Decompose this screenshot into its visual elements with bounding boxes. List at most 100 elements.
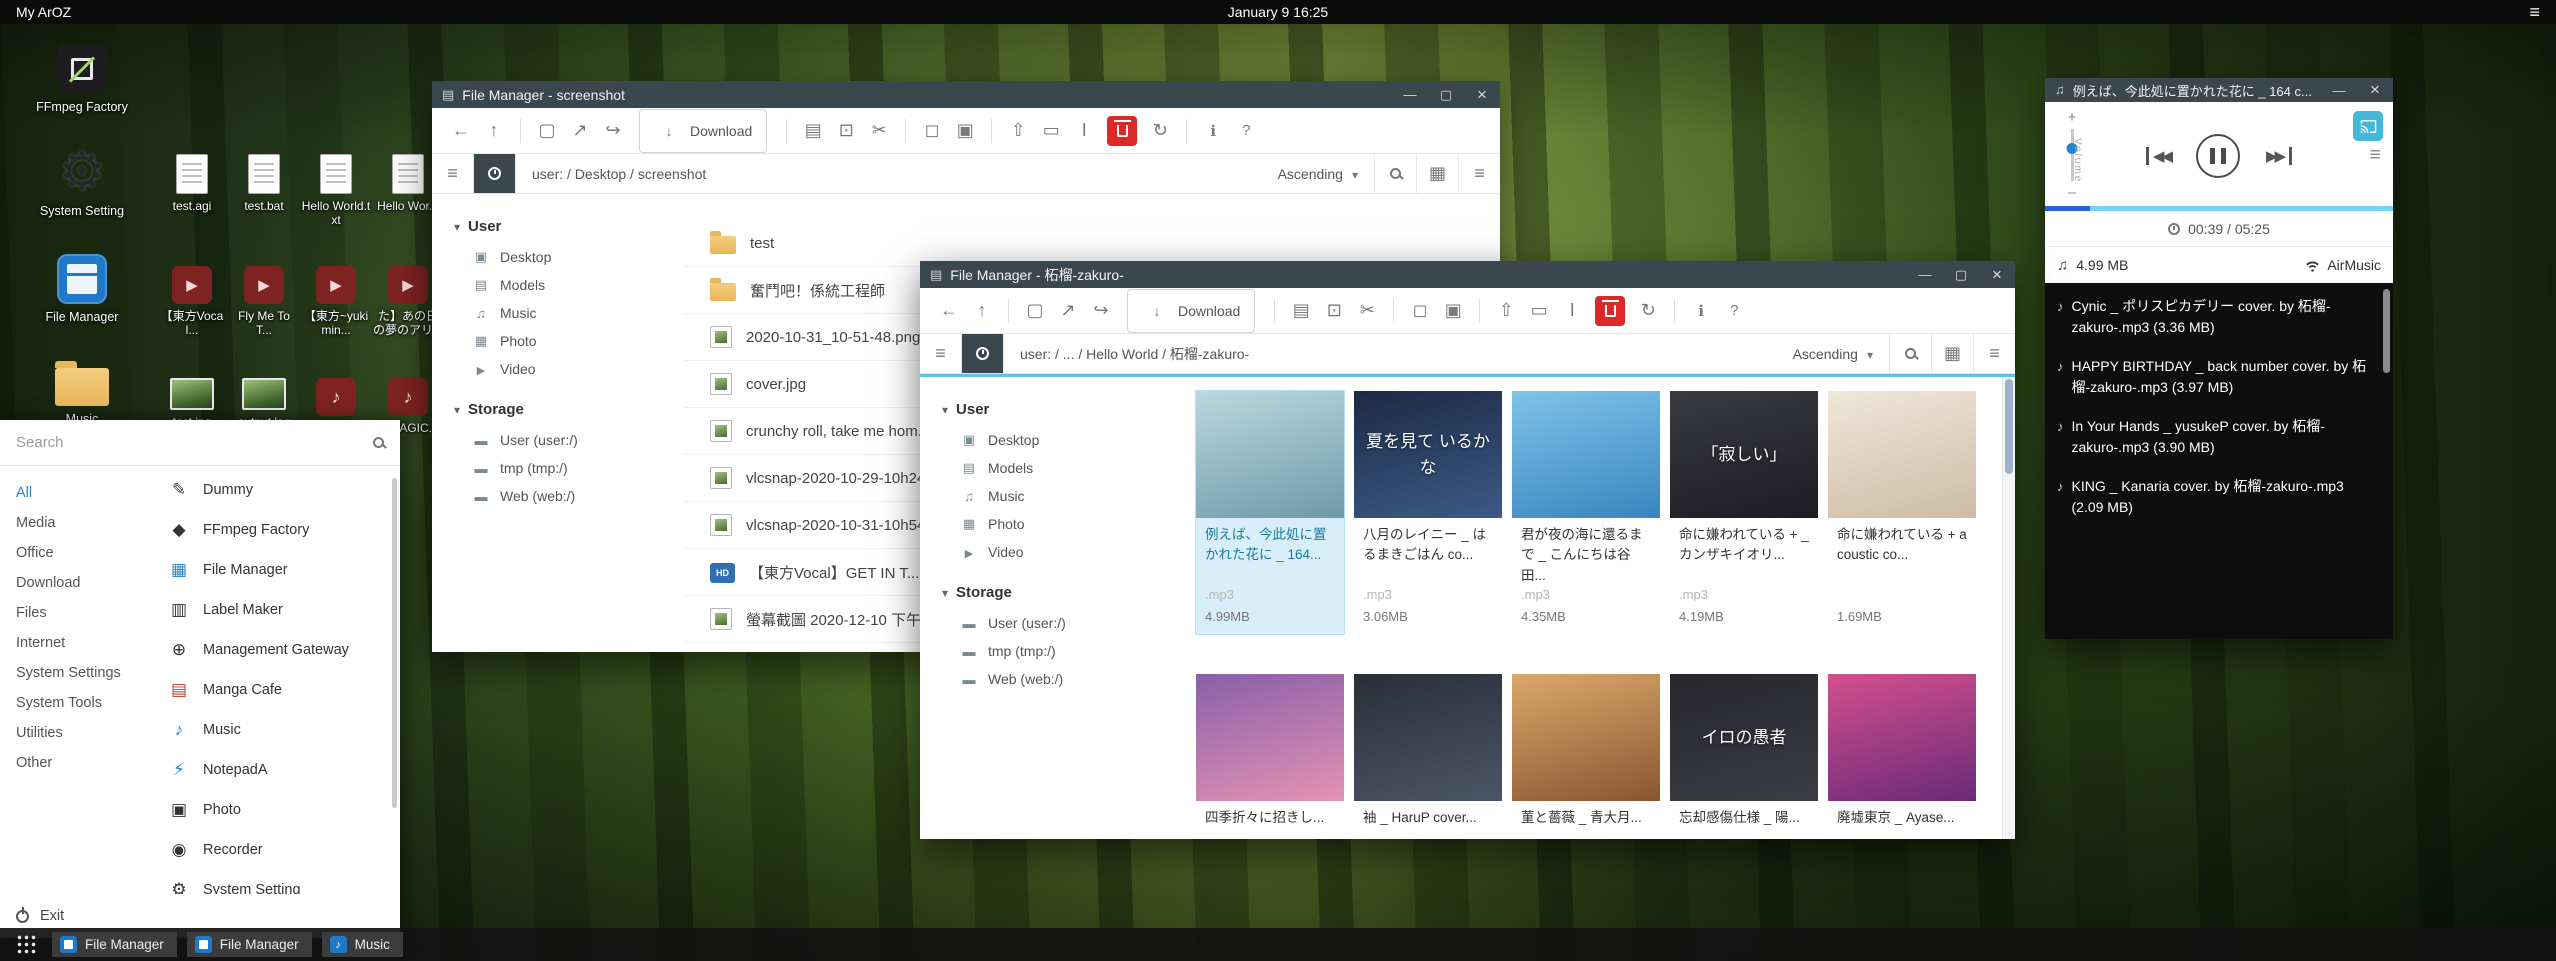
app-list-item[interactable]: ⚙ System Setting — [152, 870, 400, 894]
desktop-file-icon[interactable]: 【東方~yukimin... — [300, 262, 372, 374]
file-tile[interactable]: イロの愚者 忘却感傷仕様 _ 陽... — [1670, 674, 1818, 839]
new-file-button[interactable] — [1405, 296, 1435, 326]
minimize-button[interactable] — [1392, 81, 1428, 108]
sidebar-drive-item[interactable]: User (user:/) — [454, 426, 684, 454]
airmusic-button[interactable]: AirMusic — [2305, 257, 2381, 273]
sidebar-drive-item[interactable]: tmp (tmp:/) — [454, 454, 684, 482]
trash-button[interactable] — [1107, 116, 1137, 146]
sidebar-item[interactable]: Video — [454, 355, 684, 383]
file-tile[interactable]: 袖 _ HaruP cover... — [1354, 674, 1502, 839]
file-tile[interactable]: 君が夜の海に還るまで _ こんにちは谷田... .mp3 4.35MB — [1512, 391, 1660, 634]
sidebar-drive-item[interactable]: Web (web:/) — [454, 482, 684, 510]
upload-button[interactable] — [1003, 116, 1033, 146]
category-item[interactable]: Internet — [0, 628, 152, 658]
category-item[interactable]: All — [0, 478, 152, 508]
info-button[interactable] — [1686, 296, 1716, 326]
category-item[interactable]: Media — [0, 508, 152, 538]
refresh-button[interactable] — [1633, 296, 1663, 326]
app-list-item[interactable]: ▦ File Manager — [152, 550, 400, 590]
sidebar-item[interactable]: Photo — [454, 327, 684, 355]
trash-button[interactable] — [1595, 296, 1625, 326]
sidebar-section-storage[interactable]: Storage — [454, 401, 684, 418]
sidebar-section-user[interactable]: User — [942, 401, 1172, 418]
next-track-button[interactable] — [2266, 147, 2292, 165]
file-tile[interactable]: 廃墟東京 _ Ayase... — [1828, 674, 1976, 839]
search-input[interactable] — [16, 434, 365, 451]
file-tile[interactable]: 命に嫌われている + acoustic co... 1.69MB — [1828, 391, 1976, 634]
share-button[interactable] — [1086, 296, 1116, 326]
app-list-item[interactable]: ⚡ NotepadA — [152, 750, 400, 790]
cut-button[interactable] — [1352, 296, 1382, 326]
close-button[interactable] — [1979, 261, 2015, 288]
minimize-button[interactable] — [2321, 78, 2357, 102]
download-button[interactable]: Download — [1127, 289, 1255, 333]
close-button[interactable] — [1464, 81, 1500, 108]
file-tile[interactable]: 例えば、今此処に置かれた花に _ 164... .mp3 4.99MB — [1196, 391, 1344, 634]
app-launcher-button[interactable] — [10, 932, 42, 958]
desktop-icon-system-setting[interactable]: System Setting — [34, 146, 130, 220]
help-button[interactable] — [1231, 116, 1261, 146]
breadcrumb[interactable]: user: / Desktop / screenshot — [516, 166, 1262, 182]
file-tile[interactable]: 菫と薔薇 _ 青大月... — [1512, 674, 1660, 839]
sidebar-item[interactable]: Models — [454, 271, 684, 299]
category-item[interactable]: Office — [0, 538, 152, 568]
category-item[interactable]: Download — [0, 568, 152, 598]
sidebar-drive-item[interactable]: User (user:/) — [942, 609, 1172, 637]
app-list-item[interactable]: ▥ Label Maker — [152, 590, 400, 630]
share-button[interactable] — [598, 116, 628, 146]
scrollbar-thumb[interactable] — [2383, 289, 2390, 373]
sidebar-item[interactable]: Photo — [942, 510, 1172, 538]
sidebar-drive-item[interactable]: Web (web:/) — [942, 665, 1172, 693]
breadcrumb[interactable]: user: / ... / Hello World / 柘榴-zakuro- — [1004, 344, 1777, 364]
app-list-item[interactable]: ♪ Music — [152, 710, 400, 750]
scrollbar[interactable] — [392, 478, 397, 808]
refresh-button[interactable] — [1145, 116, 1175, 146]
playlist-item[interactable]: Cynic _ ポリスピカデリー cover. by 柘榴-zakuro-.mp… — [2045, 287, 2393, 347]
sidebar-section-storage[interactable]: Storage — [942, 584, 1172, 601]
sidebar-toggle-button[interactable] — [432, 154, 474, 193]
recent-toggle-button[interactable] — [474, 154, 516, 193]
window-titlebar[interactable]: File Manager - screenshot — [432, 81, 1500, 108]
open-external-button[interactable] — [565, 116, 595, 146]
app-list-item[interactable]: ▣ Photo — [152, 790, 400, 830]
desktop-file-icon[interactable]: Fly Me To T... — [228, 262, 300, 374]
desktop-icon-file-manager[interactable]: File Manager — [34, 254, 130, 326]
back-button[interactable] — [446, 116, 476, 146]
search-button[interactable] — [1889, 334, 1931, 373]
sidebar-item[interactable]: Music — [942, 482, 1172, 510]
archive-button[interactable] — [1524, 296, 1554, 326]
app-list-item[interactable]: ◉ Recorder — [152, 830, 400, 870]
desktop-icon-music[interactable]: Music — [34, 358, 130, 428]
maximize-button[interactable] — [1943, 261, 1979, 288]
help-button[interactable] — [1719, 296, 1749, 326]
sidebar-item[interactable]: Video — [942, 538, 1172, 566]
rename-button[interactable] — [1557, 296, 1587, 326]
app-list-item[interactable]: ◆ FFmpeg Factory — [152, 510, 400, 550]
list-view-button[interactable] — [1458, 154, 1500, 193]
scrollbar-thumb[interactable] — [2005, 379, 2013, 474]
new-folder-button[interactable] — [950, 116, 980, 146]
file-tile[interactable]: 夏を見て いるかな 八月のレイニー _ はるまきごはん co... .mp3 3… — [1354, 391, 1502, 634]
sidebar-item[interactable]: Desktop — [942, 426, 1172, 454]
up-button[interactable] — [479, 116, 509, 146]
player-menu-icon[interactable] — [2369, 144, 2381, 167]
paste-button[interactable] — [798, 116, 828, 146]
app-list-item[interactable]: ▤ Manga Cafe — [152, 670, 400, 710]
grid-view-button[interactable] — [1931, 334, 1973, 373]
taskbar-item[interactable]: File Manager — [187, 932, 312, 957]
copy-button[interactable] — [1319, 296, 1349, 326]
sidebar-item[interactable]: Music — [454, 299, 684, 327]
rename-button[interactable] — [1069, 116, 1099, 146]
open-button[interactable] — [1020, 296, 1050, 326]
playlist-item[interactable]: HAPPY BIRTHDAY _ back number cover. by 柘… — [2045, 347, 2393, 407]
search-button[interactable] — [1374, 154, 1416, 193]
scrollbar[interactable] — [2002, 377, 2015, 839]
maximize-button[interactable] — [1428, 81, 1464, 108]
desktop-file-icon[interactable]: test.agi — [156, 150, 228, 262]
sidebar-item[interactable]: Desktop — [454, 243, 684, 271]
taskbar-item[interactable]: File Manager — [52, 932, 177, 957]
info-button[interactable] — [1198, 116, 1228, 146]
previous-track-button[interactable] — [2146, 147, 2170, 165]
window-titlebar[interactable]: File Manager - 柘榴-zakuro- — [920, 261, 2015, 288]
volume-up-button[interactable] — [2068, 110, 2077, 125]
